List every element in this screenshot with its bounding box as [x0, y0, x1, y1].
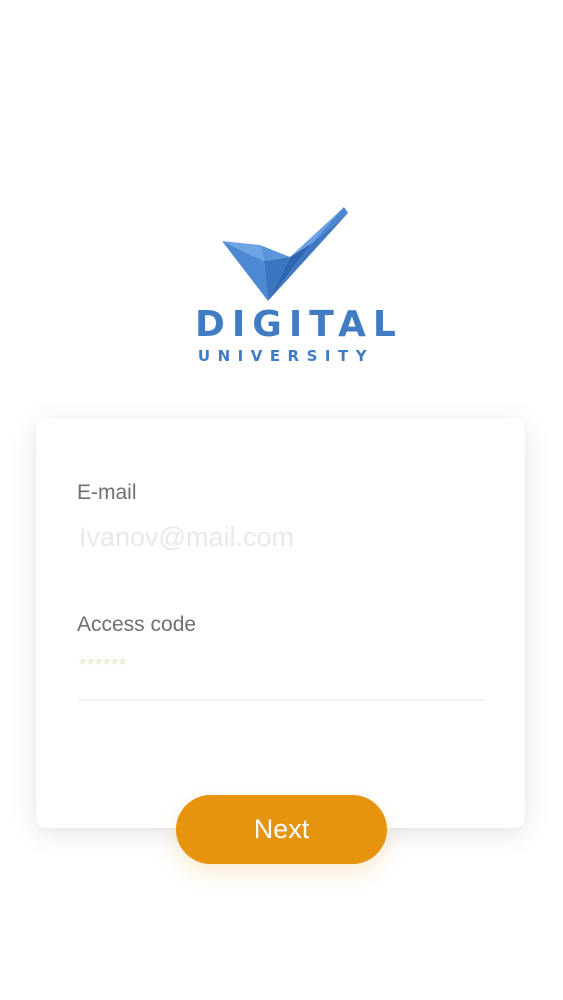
login-card: E-mail Access code	[36, 418, 525, 828]
digital-university-logo: DIGITAL UNIVERSITY	[190, 205, 396, 365]
next-button[interactable]: Next	[176, 795, 387, 864]
logo-wordmark-university: UNIVERSITY	[197, 347, 375, 365]
access-code-underline	[79, 699, 485, 701]
access-code-label: Access code	[77, 613, 197, 636]
access-code-field[interactable]	[79, 652, 484, 678]
email-field[interactable]	[79, 519, 484, 555]
checkmark-logo-icon	[222, 207, 348, 301]
email-label: E-mail	[77, 481, 137, 504]
logo-wordmark-digital: DIGITAL	[195, 304, 403, 345]
